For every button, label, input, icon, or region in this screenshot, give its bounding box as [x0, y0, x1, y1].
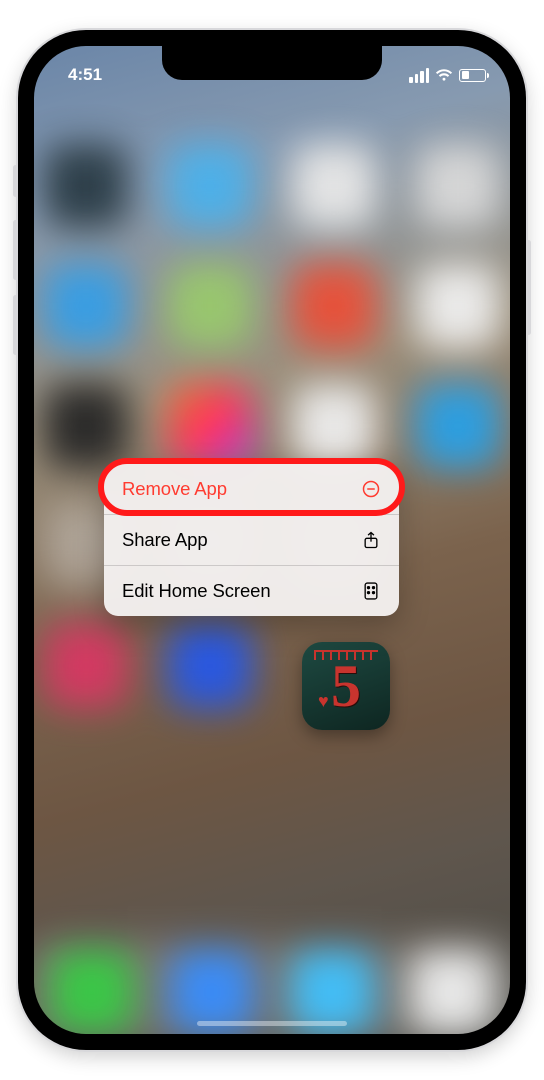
- status-icons: [409, 68, 486, 83]
- edit-home-screen-menu-item[interactable]: Edit Home Screen: [104, 565, 399, 616]
- status-time: 4:51: [68, 65, 102, 85]
- silence-switch: [13, 165, 18, 197]
- app-icon-glyph: 5: [331, 652, 361, 721]
- menu-item-label: Share App: [122, 529, 208, 551]
- menu-item-label: Edit Home Screen: [122, 580, 271, 602]
- menu-item-label: Remove App: [122, 478, 227, 500]
- iphone-frame: 4:51 Remove App: [18, 30, 526, 1050]
- home-indicator[interactable]: [197, 1021, 347, 1026]
- wifi-icon: [435, 68, 453, 82]
- remove-app-menu-item[interactable]: Remove App: [104, 464, 399, 514]
- cellular-signal-icon: [409, 68, 429, 83]
- apps-icon: [361, 581, 381, 601]
- battery-icon: [459, 69, 486, 82]
- share-app-menu-item[interactable]: Share App: [104, 514, 399, 565]
- app-context-menu: Remove App Share App: [104, 464, 399, 616]
- screen: 4:51 Remove App: [34, 46, 510, 1034]
- heart-icon: ♥: [318, 691, 329, 712]
- volume-up-button: [13, 220, 18, 280]
- share-icon: [361, 530, 381, 550]
- volume-down-button: [13, 295, 18, 355]
- circle-minus-icon: [361, 479, 381, 499]
- notch: [162, 46, 382, 80]
- focused-app-icon[interactable]: 5 ♥: [302, 642, 390, 730]
- power-button: [526, 240, 531, 335]
